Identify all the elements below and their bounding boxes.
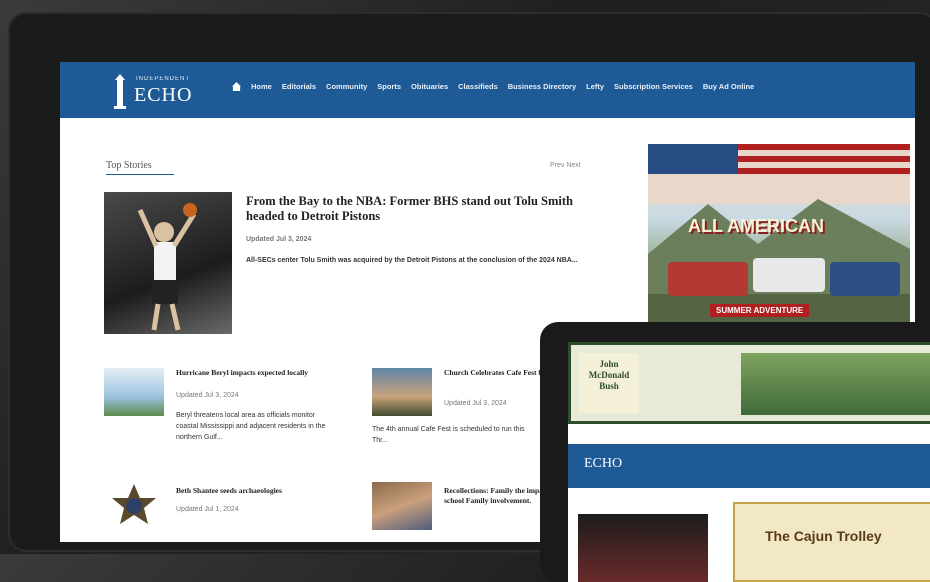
- story-2-thumb: [372, 368, 432, 416]
- truck-white: [753, 258, 825, 292]
- pager[interactable]: Prev Next: [550, 162, 581, 169]
- nav-obituaries[interactable]: Obituaries: [411, 82, 448, 91]
- tablet-header: ECHO: [568, 444, 930, 488]
- nav-sports[interactable]: Sports: [377, 82, 401, 91]
- main-menu: Home Editorials Community Sports Obituar…: [232, 82, 754, 91]
- tablet-frame: John McDonald Bush ECHO The Cajun Trolle…: [540, 322, 930, 582]
- nav-subscription[interactable]: Subscription Services: [614, 82, 693, 91]
- story-1-excerpt: Beryl threatens local area as officials …: [176, 412, 326, 441]
- nav-classifieds[interactable]: Classifieds: [458, 82, 498, 91]
- story-1-title[interactable]: Hurricane Beryl impacts expected locally: [176, 368, 341, 378]
- feature-headline-text[interactable]: From the Bay to the NBA: Former BHS stan…: [246, 194, 606, 224]
- ad-banner[interactable]: ALL AMERICAN SUMMER ADVENTURE: [648, 144, 910, 330]
- ad-subtitle: SUMMER ADVENTURE: [710, 304, 810, 317]
- logo-title: ECHO: [134, 84, 193, 106]
- basketball-player-icon: [137, 203, 197, 331]
- story-3-meta: Updated Jul 1, 2024: [176, 506, 239, 513]
- tablet-ad-name: John McDonald Bush: [579, 353, 639, 413]
- nav-lefty[interactable]: Lefty: [586, 82, 604, 91]
- story-4-thumb: [372, 482, 432, 530]
- feature-meta: Updated Jul 3, 2024: [246, 236, 312, 243]
- site-logo[interactable]: INDEPENDENT ECHO: [108, 70, 218, 112]
- tablet-logo[interactable]: ECHO: [584, 456, 622, 472]
- section-title: Top Stories: [106, 160, 152, 171]
- site-header: INDEPENDENT ECHO Home Editorials Communi…: [60, 62, 915, 118]
- story-2-excerpt: The 4th annual Cafe Fest is scheduled to…: [372, 426, 525, 444]
- section-underline: [106, 174, 174, 175]
- logo-small-text: INDEPENDENT: [136, 76, 191, 82]
- truck-blue: [830, 262, 900, 296]
- truck-red: [668, 262, 748, 296]
- story-2-meta: Updated Jul 3, 2024: [444, 400, 507, 407]
- tablet-screen: John McDonald Bush ECHO The Cajun Trolle…: [568, 342, 930, 582]
- ad-background: [648, 144, 910, 330]
- story-1-meta: Updated Jul 3, 2024: [176, 392, 239, 399]
- nav-community[interactable]: Community: [326, 82, 367, 91]
- nav-buy-ad[interactable]: Buy Ad Online: [703, 82, 754, 91]
- nav-editorials[interactable]: Editorials: [282, 82, 316, 91]
- feature-headline[interactable]: From the Bay to the NBA: Former BHS stan…: [246, 194, 606, 266]
- feature-excerpt: All-SECs center Tolu Smith was acquired …: [246, 257, 578, 264]
- story-1-thumb: [104, 368, 164, 416]
- tablet-ad-2[interactable]: The Cajun Trolley: [733, 502, 930, 582]
- tablet-story-image[interactable]: [578, 514, 708, 582]
- nav-home[interactable]: Home: [251, 82, 272, 91]
- home-icon[interactable]: [232, 82, 241, 91]
- story-3-title[interactable]: Beth Shantee seeds archaeologies: [176, 486, 341, 495]
- feature-image[interactable]: [104, 192, 232, 334]
- nav-business-directory[interactable]: Business Directory: [508, 82, 576, 91]
- tablet-ad-2-title: The Cajun Trolley: [765, 528, 882, 544]
- lighthouse-icon: [114, 74, 126, 109]
- tablet-ad-photo: [741, 353, 930, 415]
- sheriff-badge-icon: [112, 484, 156, 524]
- ad-title: ALL AMERICAN: [688, 216, 824, 236]
- tablet-ad[interactable]: John McDonald Bush: [568, 342, 930, 424]
